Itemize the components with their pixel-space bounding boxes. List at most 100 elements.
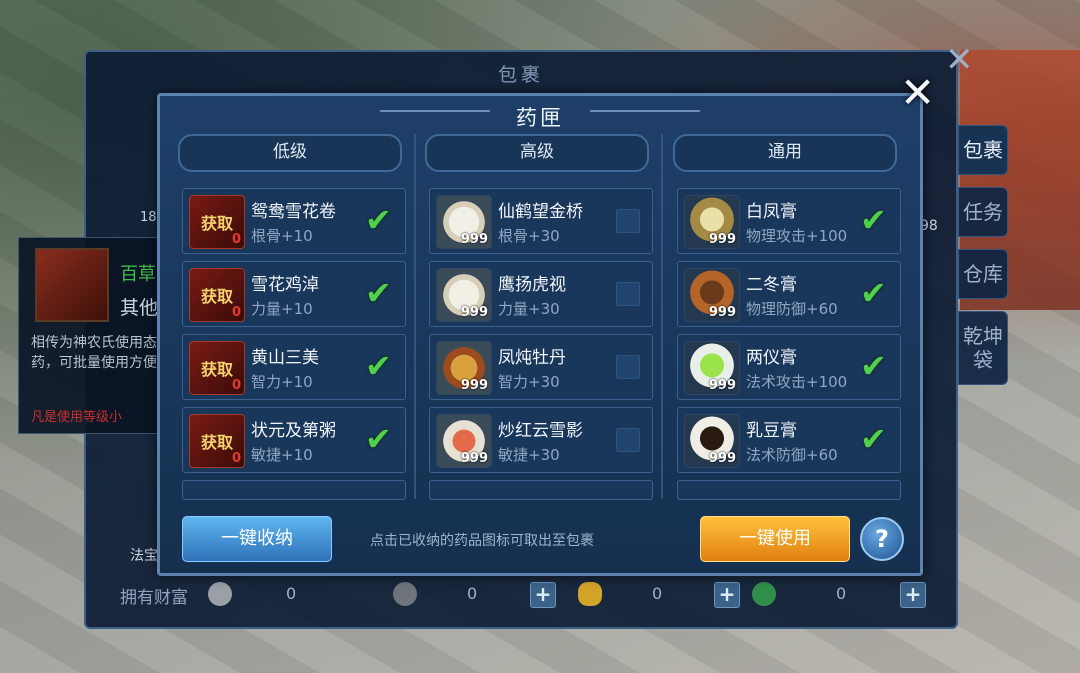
- checkbox-unchecked[interactable]: [616, 355, 640, 379]
- add-gold-button[interactable]: +: [714, 582, 740, 608]
- list-item-partial[interactable]: [429, 480, 653, 500]
- check-icon: ✔: [860, 201, 887, 239]
- tab-bag[interactable]: 包裹: [958, 125, 1008, 175]
- item-effect: 物理攻击+100: [746, 227, 848, 245]
- side-tabs: 包裹 任务 仓库 乾坤袋: [958, 125, 1008, 395]
- item-effect: 智力+10: [251, 373, 313, 391]
- bowl-icon[interactable]: 999: [684, 341, 740, 395]
- item-name: 炒红云雪影: [498, 421, 583, 441]
- bag-category-magic: 法宝: [130, 548, 158, 564]
- item-name: 乳豆膏: [746, 421, 797, 441]
- checkbox-checked[interactable]: ✔: [365, 204, 395, 236]
- item-count: 999: [460, 305, 488, 320]
- wealth-value-4: 0: [836, 584, 847, 603]
- bag-category-green: 百草: [120, 264, 156, 285]
- store-all-button[interactable]: 一键收纳: [182, 516, 332, 562]
- item-effect: 力量+10: [251, 300, 313, 318]
- item-name: 凤炖牡丹: [498, 348, 566, 368]
- bag-close-icon[interactable]: ✕: [945, 40, 974, 80]
- list-item[interactable]: 999 两仪膏 法术攻击+100 ✔: [677, 334, 901, 400]
- obtain-item-icon[interactable]: 获取 0: [189, 341, 245, 395]
- column-divider: [414, 134, 416, 499]
- bowl-icon[interactable]: 999: [684, 414, 740, 468]
- wealth-bar: 拥有财富 0 0 + 0 + 0 +: [120, 580, 926, 608]
- item-count: 0: [231, 378, 241, 393]
- tab-task-label: 任务: [963, 200, 1003, 224]
- checkbox-checked[interactable]: ✔: [860, 350, 890, 382]
- wealth-value-1: 0: [286, 584, 297, 603]
- item-name: 白凤膏: [746, 202, 797, 222]
- item-effect: 根骨+10: [251, 227, 313, 245]
- item-name: 鹰扬虎视: [498, 275, 566, 295]
- column-header-common: 通用: [673, 134, 897, 172]
- tab-task[interactable]: 任务: [958, 187, 1008, 237]
- check-icon: ✔: [860, 420, 887, 458]
- checkbox-unchecked[interactable]: [616, 428, 640, 452]
- list-item[interactable]: 999 鹰扬虎视 力量+30: [429, 261, 653, 327]
- list-item-partial[interactable]: [677, 480, 901, 500]
- help-button[interactable]: ?: [860, 517, 904, 561]
- list-item[interactable]: 999 二冬膏 物理防御+60 ✔: [677, 261, 901, 327]
- list-item[interactable]: 获取 0 状元及第粥 敏捷+10 ✔: [182, 407, 406, 473]
- list-item[interactable]: 999 仙鹤望金桥 根骨+30: [429, 188, 653, 254]
- obtain-item-icon[interactable]: 获取 0: [189, 268, 245, 322]
- wealth-value-3: 0: [652, 584, 663, 603]
- coin-icon: [393, 582, 417, 606]
- list-item-partial[interactable]: [182, 480, 406, 500]
- item-effect: 敏捷+30: [498, 446, 560, 464]
- item-count: 0: [231, 232, 241, 247]
- dialog-title: 药匣: [516, 106, 564, 130]
- list-item[interactable]: 获取 0 雪花鸡淖 力量+10 ✔: [182, 261, 406, 327]
- dish-icon[interactable]: 999: [436, 268, 492, 322]
- item-count: 999: [460, 378, 488, 393]
- list-item[interactable]: 999 凤炖牡丹 智力+30: [429, 334, 653, 400]
- check-icon: ✔: [860, 347, 887, 385]
- list-item[interactable]: 999 炒红云雪影 敏捷+30: [429, 407, 653, 473]
- item-effect: 根骨+30: [498, 227, 560, 245]
- checkbox-checked[interactable]: ✔: [860, 204, 890, 236]
- obtain-item-icon[interactable]: 获取 0: [189, 414, 245, 468]
- obtain-item-icon[interactable]: 获取 0: [189, 195, 245, 249]
- list-item[interactable]: 获取 0 黄山三美 智力+10 ✔: [182, 334, 406, 400]
- close-icon[interactable]: ✕: [900, 72, 935, 114]
- item-count: 0: [231, 305, 241, 320]
- checkbox-checked[interactable]: ✔: [860, 423, 890, 455]
- item-count: 999: [708, 305, 736, 320]
- checkbox-checked[interactable]: ✔: [365, 350, 395, 382]
- bag-category-other: 其他: [120, 297, 159, 319]
- list-item[interactable]: 999 白凤膏 物理攻击+100 ✔: [677, 188, 901, 254]
- dish-icon[interactable]: 999: [436, 341, 492, 395]
- check-icon: ✔: [365, 201, 392, 239]
- jade-icon: [752, 582, 776, 606]
- bag-item-count: 18: [140, 210, 157, 225]
- checkbox-checked[interactable]: ✔: [365, 423, 395, 455]
- checkbox-unchecked[interactable]: [616, 209, 640, 233]
- add-jade-button[interactable]: +: [900, 582, 926, 608]
- tooltip-requirement: 凡是使用等级小: [31, 410, 123, 425]
- add-coin-button[interactable]: +: [530, 582, 556, 608]
- item-count: 999: [708, 378, 736, 393]
- tab-warehouse[interactable]: 仓库: [958, 249, 1008, 299]
- column-low: 低级 获取 0 鸳鸯雪花卷 根骨+10 ✔ 获取 0 雪花鸡淖 力量+10 ✔ …: [170, 134, 410, 500]
- obtain-label: 获取: [200, 214, 233, 233]
- checkbox-checked[interactable]: ✔: [860, 277, 890, 309]
- use-all-button[interactable]: 一键使用: [700, 516, 850, 562]
- item-effect: 敏捷+10: [251, 446, 313, 464]
- checkbox-checked[interactable]: ✔: [365, 277, 395, 309]
- check-icon: ✔: [860, 274, 887, 312]
- tab-qiankun[interactable]: 乾坤袋: [958, 311, 1008, 385]
- bowl-icon[interactable]: 999: [684, 195, 740, 249]
- column-common: 通用 999 白凤膏 物理攻击+100 ✔ 999 二冬膏 物理防御+60 ✔ …: [665, 134, 905, 500]
- item-effect: 智力+30: [498, 373, 560, 391]
- list-item[interactable]: 获取 0 鸳鸯雪花卷 根骨+10 ✔: [182, 188, 406, 254]
- dish-icon[interactable]: 999: [436, 414, 492, 468]
- bowl-icon[interactable]: 999: [684, 268, 740, 322]
- check-icon: ✔: [365, 420, 392, 458]
- item-name: 黄山三美: [251, 348, 319, 368]
- checkbox-unchecked[interactable]: [616, 282, 640, 306]
- item-name: 两仪膏: [746, 348, 797, 368]
- obtain-label: 获取: [200, 287, 233, 306]
- item-count: 999: [460, 232, 488, 247]
- dish-icon[interactable]: 999: [436, 195, 492, 249]
- list-item[interactable]: 999 乳豆膏 法术防御+60 ✔: [677, 407, 901, 473]
